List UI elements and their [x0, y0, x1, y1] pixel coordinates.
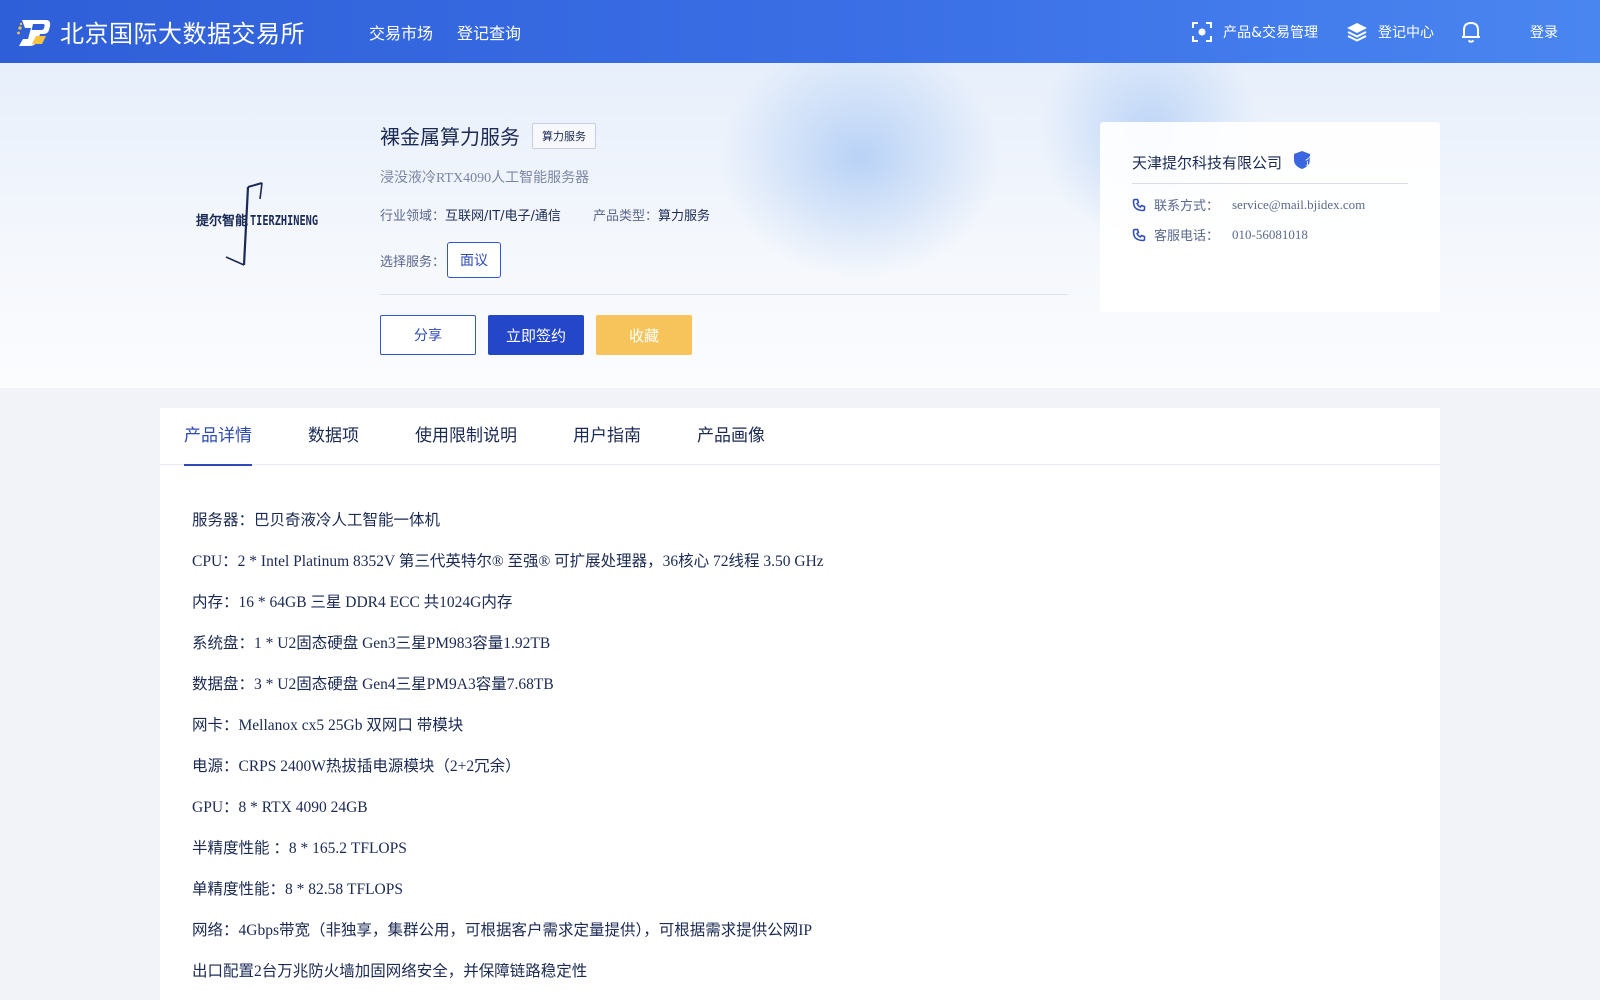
- spec-line: 电源：CRPS 2400W热拔插电源模块（2+2冗余）: [192, 758, 521, 775]
- product-subtitle: 浸没液冷RTX4090人工智能服务器: [380, 171, 590, 186]
- layers-icon: [1347, 22, 1367, 42]
- tab-data-items[interactable]: 数据项: [308, 408, 359, 465]
- service-option-negotiable[interactable]: 面议: [447, 242, 502, 278]
- enterprise-verified-badge-icon: [1292, 150, 1312, 175]
- product-hero: 裸金属算力服务 算力服务 浸没液冷RTX4090人工智能服务器 行业领域： 互联…: [0, 63, 1600, 388]
- phone-icon: [1132, 228, 1146, 241]
- share-button[interactable]: 分享: [380, 315, 476, 355]
- contact-email-row: 联系方式： service@mail.bjidex.com: [1132, 195, 1365, 214]
- industry-label: 行业领域：: [380, 209, 446, 224]
- contact-phone-row: 客服电话： 010-56081018: [1132, 225, 1308, 244]
- nav-trading-market[interactable]: 交易市场: [369, 20, 433, 44]
- product-logo: [186, 173, 328, 273]
- product-title: 裸金属算力服务: [380, 125, 520, 149]
- tab-user-guide[interactable]: 用户指南: [573, 408, 641, 465]
- product-category-tag: 算力服务: [532, 122, 596, 149]
- tab-usage-restrictions[interactable]: 使用限制说明: [415, 408, 517, 465]
- product-meta: 行业领域： 互联网/IT/电子/通信 产品类型： 算力服务: [380, 205, 710, 224]
- service-label: 选择服务：: [380, 254, 446, 270]
- product-type-label: 产品类型：: [592, 209, 658, 224]
- tab-product-details[interactable]: 产品详情: [184, 408, 252, 466]
- login-label: 登录: [1530, 24, 1558, 41]
- phone-icon: [1132, 198, 1146, 211]
- spec-line: CPU：2 * Intel Platinum 8352V 第三代英特尔® 至强®…: [192, 553, 824, 570]
- detail-tabs: 产品详情 数据项 使用限制说明 用户指南 产品画像: [160, 408, 1440, 466]
- service-selector: 选择服务： 面议: [380, 242, 502, 278]
- product-title-row: 裸金属算力服务 算力服务: [380, 121, 596, 150]
- contact-email[interactable]: service@mail.bjidex.com: [1232, 197, 1365, 213]
- spec-line: 系统盘：1 * U2固态硬盘 Gen3三星PM983容量1.92TB: [192, 635, 551, 652]
- favorite-button[interactable]: 收藏: [596, 315, 692, 355]
- industry-value: 互联网/IT/电子/通信: [445, 209, 561, 224]
- register-center-link[interactable]: 登记中心: [1346, 21, 1434, 43]
- product-type-value: 算力服务: [657, 209, 710, 224]
- company-card: 天津提尔科技有限公司 联系方式： service@mail.bjidex.com…: [1100, 122, 1440, 312]
- top-navigation-bar: 北京国际大数据交易所 交易市场 登记查询 产品&交易管理 登记中心 登录: [0, 0, 1600, 63]
- spec-line: 出口配置2台万兆防火墙加固网络安全，并保障链路稳定性: [192, 963, 588, 980]
- spec-list: 服务器：巴贝奇液冷人工智能一体机 CPU：2 * Intel Platinum …: [192, 500, 824, 992]
- product-detail-panel: 产品详情 数据项 使用限制说明 用户指南 产品画像 服务器：巴贝奇液冷人工智能一…: [160, 408, 1440, 1000]
- spec-line: 网卡：Mellanox cx5 25Gb 双网口 带模块: [192, 717, 464, 734]
- spec-line: 网络：4Gbps带宽（非独享，集群公用，可根据客户需求定量提供），可根据需求提供…: [192, 922, 813, 939]
- spec-line: 服务器：巴贝奇液冷人工智能一体机: [192, 512, 441, 529]
- contact-label: 联系方式：: [1154, 199, 1220, 214]
- brand[interactable]: 北京国际大数据交易所: [16, 14, 305, 49]
- bjidex-logo-icon: [16, 16, 52, 48]
- company-name-row: 天津提尔科技有限公司: [1132, 150, 1312, 175]
- register-center-label: 登记中心: [1378, 24, 1434, 41]
- product-trade-management-label: 产品&交易管理: [1223, 24, 1318, 41]
- scan-frame-icon: [1192, 21, 1213, 42]
- spec-line: 半精度性能 ：8 * 165.2 TFLOPS: [192, 840, 407, 857]
- brand-name: 北京国际大数据交易所: [60, 20, 305, 48]
- spec-line: 内存：16 * 64GB 三星 DDR4 ECC 共1024G内存: [192, 594, 513, 611]
- tab-product-profile[interactable]: 产品画像: [697, 408, 765, 465]
- login-link[interactable]: 登录: [1530, 22, 1558, 42]
- divider: [1132, 183, 1408, 184]
- notifications-button[interactable]: [1460, 20, 1492, 44]
- nav-registration-query[interactable]: 登记查询: [457, 20, 521, 44]
- bell-icon: [1462, 21, 1480, 43]
- spec-line: 单精度性能：8 * 82.58 TFLOPS: [192, 881, 403, 898]
- phone-label: 客服电话：: [1154, 229, 1220, 244]
- action-buttons: 分享 立即签约 收藏: [380, 315, 704, 355]
- spec-line: 数据盘：3 * U2固态硬盘 Gen4三星PM9A3容量7.68TB: [192, 676, 554, 693]
- spec-line: GPU：8 * RTX 4090 24GB: [192, 799, 368, 816]
- divider: [380, 294, 1068, 295]
- sign-now-button[interactable]: 立即签约: [488, 315, 584, 355]
- company-name[interactable]: 天津提尔科技有限公司: [1132, 152, 1282, 173]
- header-right-actions: 产品&交易管理 登记中心 登录: [1191, 0, 1600, 63]
- product-trade-management-link[interactable]: 产品&交易管理: [1191, 21, 1318, 43]
- phone-value: 010-56081018: [1232, 226, 1308, 242]
- main-nav: 交易市场 登记查询: [369, 20, 545, 44]
